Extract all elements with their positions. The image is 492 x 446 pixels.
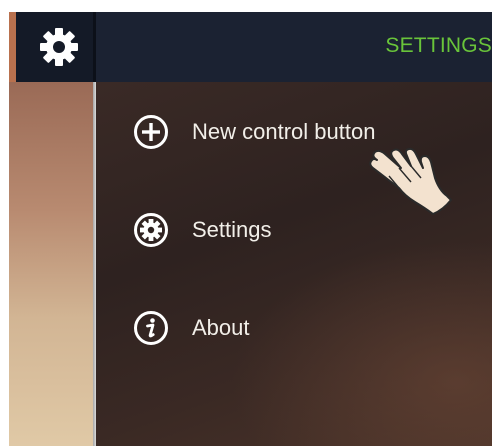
menu-item-label: New control button [192, 119, 376, 144]
page-title: SETTINGS [385, 34, 492, 57]
gear-circle-icon [132, 211, 170, 249]
menu-item-label: About [192, 315, 250, 340]
side-menu: New control button Settings About [96, 82, 492, 446]
menu-toggle-button[interactable] [38, 26, 80, 68]
info-circle-icon [132, 309, 170, 347]
menu-item-new-control-button[interactable]: New control button [132, 112, 375, 152]
menu-item-settings[interactable]: Settings [132, 210, 272, 250]
gear-icon [40, 28, 78, 66]
plus-circle-icon [132, 113, 170, 151]
menu-item-label: Settings [192, 217, 272, 242]
top-bar-accent [9, 12, 16, 82]
hand-pointer-icon [369, 147, 452, 215]
top-bar-divider [93, 12, 96, 82]
app-screen: SETTINGS New control button Settings Abo… [0, 0, 492, 446]
background-strip [9, 82, 93, 446]
menu-item-about[interactable]: About [132, 308, 250, 348]
